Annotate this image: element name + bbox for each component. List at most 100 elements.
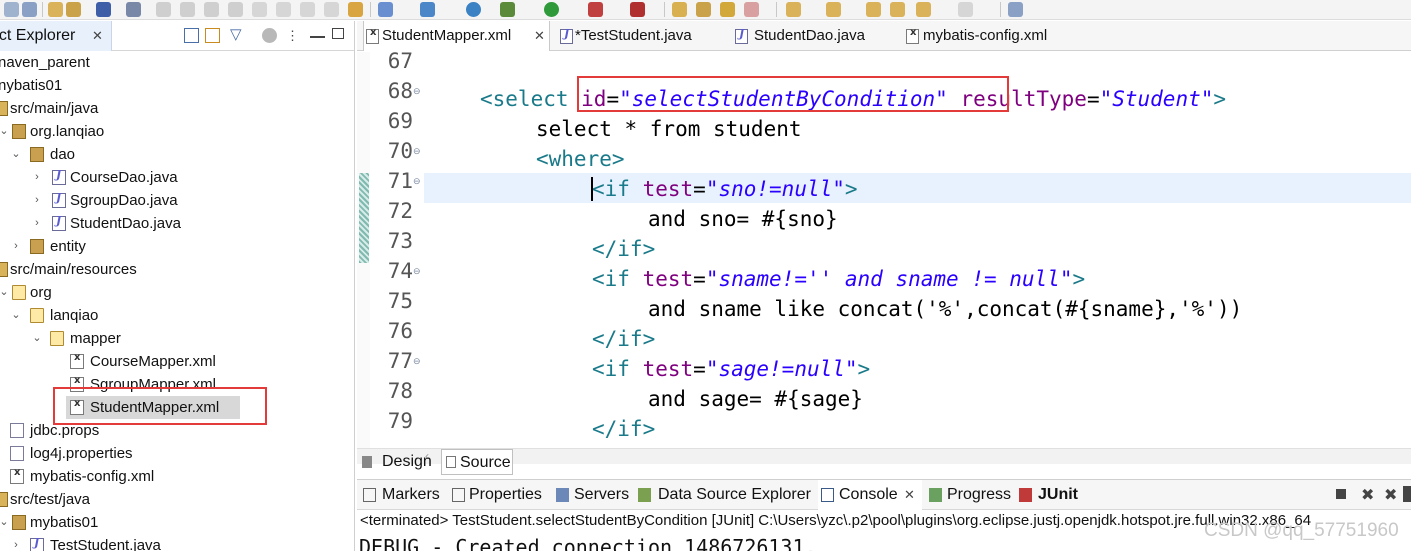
run-last-tool-icon[interactable] [588,2,603,17]
chevron-down-icon[interactable]: ⌄ [31,327,43,350]
tree-item-org[interactable]: ⌄ org [0,281,354,304]
drop-to-frame-icon[interactable] [324,2,339,17]
tree-item-mapper[interactable]: ⌄ mapper [0,327,354,350]
tab-studentmapper-xml[interactable]: StudentMapper.xml ✕ [363,21,550,51]
chevron-right-icon[interactable]: › [31,212,43,235]
chevron-down-icon[interactable]: ⌄ [0,511,10,534]
tab-source[interactable]: Source [441,449,513,475]
tab-data-source-explorer[interactable]: Data Source Explorer [638,480,814,510]
skip-breakpoints-icon[interactable] [126,2,141,17]
close-icon[interactable]: ✕ [92,28,103,44]
tab-project-explorer[interactable]: ect Explorer ✕ [0,21,112,51]
open-resource-icon[interactable] [696,2,711,17]
tab-properties[interactable]: Properties [450,480,548,510]
tree-item-src-main-java[interactable]: src/main/java [0,97,354,120]
disconnect-icon[interactable] [228,2,243,17]
tree-item-mybatis01[interactable]: nybatis01 [0,74,354,97]
xml-equals: = [693,357,706,381]
tree-item-teststudent-java[interactable]: › TestStudent.java [0,534,354,551]
close-icon[interactable]: ✕ [534,21,545,51]
tree-item-src-main-resources[interactable]: src/main/resources [0,258,354,281]
coverage-icon[interactable] [630,2,645,17]
new-web-project-icon[interactable] [420,2,435,17]
fold-minus-icon[interactable]: ⊖ [413,356,421,367]
tree-item-sgroupdao-java[interactable]: › SgroupDao.java [0,189,354,212]
chevron-down-icon[interactable]: ⌄ [10,143,22,166]
tree-item-log4j-properties[interactable]: log4j.properties [0,442,354,465]
minimize-icon[interactable] [310,28,325,38]
terminate-icon[interactable] [204,2,219,17]
link-with-editor-icon[interactable] [205,28,220,43]
chevron-right-icon[interactable]: › [31,189,43,212]
tree-item-dao[interactable]: ⌄ dao [0,143,354,166]
chevron-right-icon[interactable]: › [31,166,43,189]
tab-junit[interactable]: JUnit [1019,480,1089,510]
terminal-icon[interactable] [96,2,111,17]
tab-studentdao-java[interactable]: StudentDao.java [735,21,885,51]
tree-item-org-lanqiao[interactable]: ⌄ org.lanqiao [0,120,354,143]
run-icon[interactable] [544,2,559,17]
view-menu-icon[interactable]: ⋮ [286,28,301,43]
open-task-icon[interactable] [672,2,687,17]
maximize-icon[interactable] [332,28,344,39]
step-into-icon[interactable] [252,2,267,17]
tree-item-coursedao-java[interactable]: › CourseDao.java [0,166,354,189]
tree-item-mybatis-config-xml[interactable]: mybatis-config.xml [0,465,354,488]
open-perspective-icon[interactable] [1008,2,1023,17]
focus-icon[interactable] [262,28,277,43]
chevron-down-icon[interactable]: ⌄ [0,281,10,304]
chevron-right-icon[interactable]: › [10,235,22,258]
tab-mybatis-config-xml[interactable]: mybatis-config.xml [906,21,1076,51]
tab-servers[interactable]: Servers [555,480,635,510]
new-icon[interactable] [4,2,19,17]
tab-console[interactable]: Console ✕ [818,480,922,510]
last-edit-location-icon[interactable] [866,2,881,17]
forward-arrow-icon[interactable] [958,2,973,17]
debug-icon[interactable] [500,2,515,17]
clear-console-icon[interactable] [1403,486,1411,502]
annotation-icon[interactable] [744,2,759,17]
tree-item-src-test-java[interactable]: src/test/java [0,488,354,511]
tab-markers[interactable]: Markers [361,480,445,510]
tab-teststudent-java[interactable]: *TestStudent.java [560,21,720,51]
previous-annotation-icon[interactable] [826,2,841,17]
open-type-icon[interactable] [66,2,81,17]
code-line-78: and sage= #{sage} [648,387,863,411]
step-over-icon[interactable] [276,2,291,17]
tree-item-studentdao-java[interactable]: › StudentDao.java [0,212,354,235]
next-annotation-icon[interactable] [786,2,801,17]
fold-minus-icon[interactable]: ⊖ [413,146,421,157]
save-icon[interactable] [22,2,37,17]
chevron-down-icon[interactable]: ⌄ [0,120,10,143]
fold-minus-icon[interactable]: ⊖ [413,266,421,277]
tree-item-label: org.lanqiao [30,123,105,140]
suspend-icon[interactable] [180,2,195,17]
tree-item-lanqiao[interactable]: ⌄ lanqiao [0,304,354,327]
filter-icon[interactable]: ▽ [230,27,245,43]
fold-minus-icon[interactable]: ⊖ [413,86,421,97]
tree-item-maven-parent[interactable]: naven_parent [0,51,354,74]
step-return-icon[interactable] [300,2,315,17]
resume-icon[interactable] [156,2,171,17]
minimize-icon[interactable] [1336,489,1346,499]
chevron-right-icon[interactable]: › [10,534,22,551]
close-icon[interactable]: ✕ [904,480,915,510]
tree-item-coursemapper-xml[interactable]: CourseMapper.xml [0,350,354,373]
tab-design[interactable]: Design [359,449,435,475]
globe-icon[interactable] [466,2,481,17]
search-icon[interactable] [720,2,735,17]
back-arrow-icon[interactable] [916,2,931,17]
chevron-down-icon[interactable]: ⌄ [10,304,22,327]
remove-all-launches-icon[interactable]: ✖ [1384,485,1397,505]
tree-item-mybatis01-test[interactable]: ⌄ mybatis01 [0,511,354,534]
tree-item-entity[interactable]: › entity [0,235,354,258]
tab-progress[interactable]: Progress [928,480,1014,510]
back-icon[interactable] [890,2,905,17]
use-step-filters-icon[interactable] [348,2,363,17]
collapse-all-icon[interactable] [184,28,199,43]
new-server-icon[interactable] [378,2,393,17]
code-editor[interactable]: 67 68 ⊖ 69 70 ⊖ 71 ⊖ 72 73 74 ⊖ 75 76 77… [357,52,1411,448]
fold-minus-icon[interactable]: ⊖ [413,176,421,187]
print-icon[interactable] [48,2,63,17]
remove-launch-icon[interactable]: ✖ [1361,485,1374,505]
